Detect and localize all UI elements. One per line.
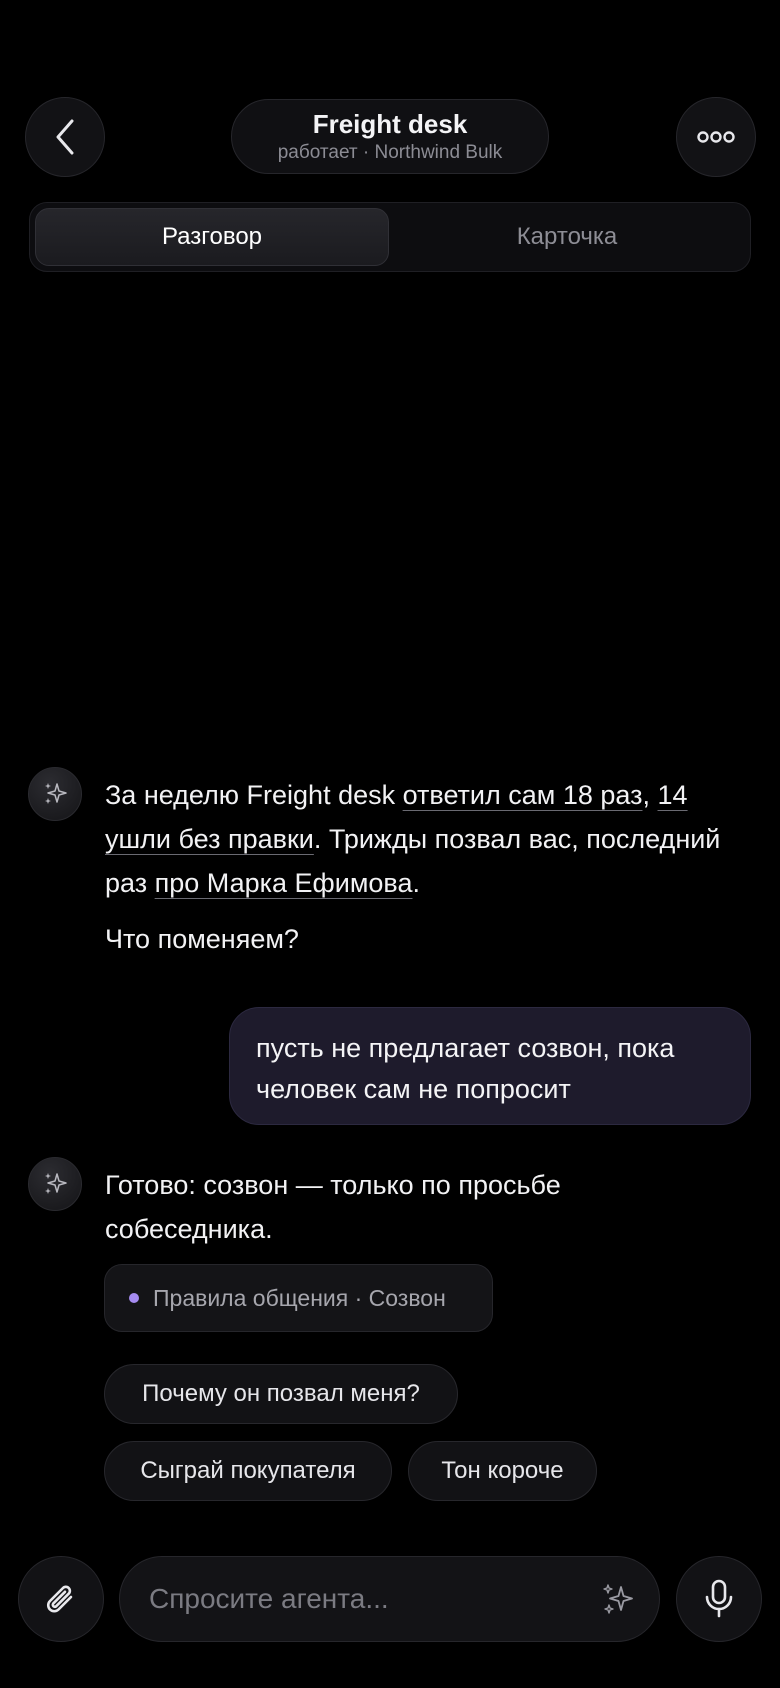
user-message: пусть не предлагает созвон, пока человек… [229, 1007, 751, 1125]
page-title: Freight desk [312, 108, 468, 139]
ellipsis-icon [697, 131, 735, 143]
back-button[interactable] [25, 97, 105, 177]
agent-message: За неделю Freight desk ответил сам 18 ра… [105, 780, 721, 898]
agent-avatar [28, 767, 82, 821]
chevron-left-icon [56, 119, 74, 155]
sparkles-icon [45, 783, 67, 804]
rule-tag-label: Правила общения · Созвон [153, 1284, 446, 1311]
attach-button[interactable] [18, 1556, 104, 1642]
agent-avatar [28, 1157, 82, 1211]
stat-link-answered[interactable]: ответил сам 18 раз [403, 780, 643, 810]
voice-input-button[interactable] [676, 1556, 762, 1642]
agent-question: Что поменяем? [105, 924, 299, 954]
sparkles-icon[interactable] [599, 1581, 637, 1619]
rule-tag[interactable]: Правила общения · Созвон [104, 1264, 493, 1332]
agent-status: работает · Northwind Bulk [277, 141, 503, 163]
chat-title[interactable]: Freight desk работает · Northwind Bulk [231, 99, 549, 174]
suggestion-chip[interactable]: Почему он позвал меня? [104, 1364, 458, 1424]
composer [119, 1556, 660, 1642]
paperclip-icon [47, 1585, 73, 1613]
sparkles-icon [45, 1173, 67, 1194]
escalation-link[interactable]: про Марка Ефимова [155, 868, 413, 898]
suggestion-chip[interactable]: Тон короче [408, 1441, 597, 1501]
agent-message: Готово: созвон — только по просьбе собес… [105, 1170, 561, 1244]
microphone-icon [705, 1579, 733, 1618]
tab-card[interactable]: Карточка [390, 208, 744, 266]
message-input[interactable] [149, 1583, 569, 1615]
status-dot [129, 1293, 139, 1303]
more-button[interactable] [676, 97, 756, 177]
view-switcher: Разговор Карточка [29, 202, 751, 272]
tab-conversation[interactable]: Разговор [35, 208, 389, 266]
suggestion-chip[interactable]: Сыграй покупателя [104, 1441, 392, 1501]
